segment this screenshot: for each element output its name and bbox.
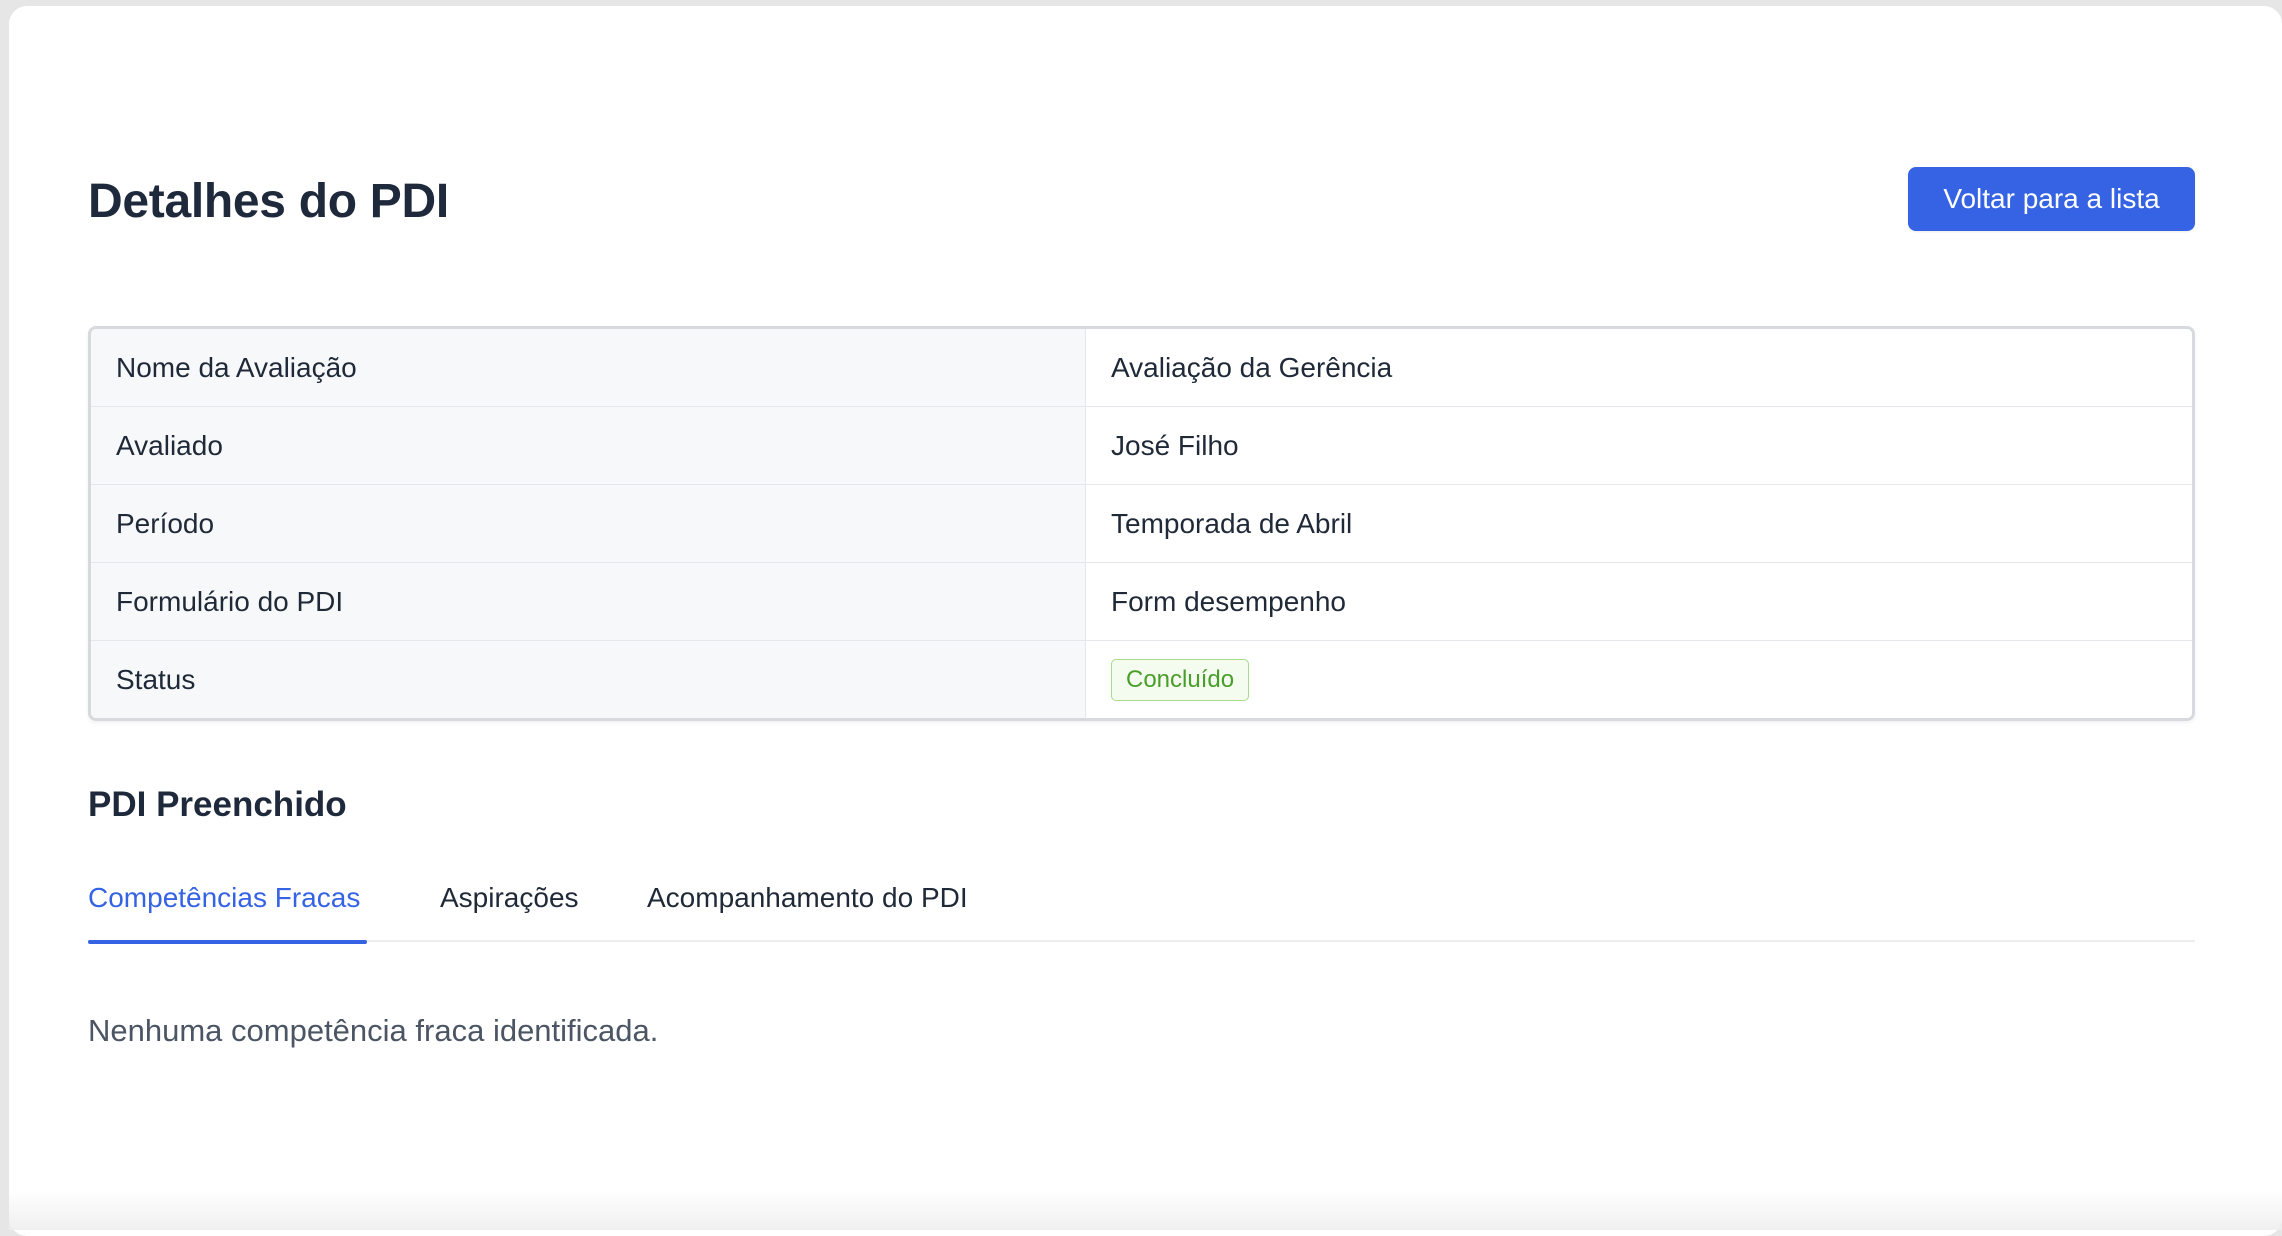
details-label: Status bbox=[91, 641, 1086, 718]
tab-label: Aspirações bbox=[440, 882, 579, 913]
details-value-status: Concluído bbox=[1086, 641, 2192, 718]
details-value: Temporada de Abril bbox=[1086, 485, 2192, 562]
details-table: Nome da Avaliação Avaliação da Gerência … bbox=[88, 326, 2195, 721]
status-badge: Concluído bbox=[1111, 658, 1250, 701]
bottom-shadow bbox=[9, 1190, 2282, 1230]
details-label: Avaliado bbox=[91, 407, 1086, 484]
page-card: Detalhes do PDI Voltar para a lista Nome… bbox=[9, 6, 2282, 1236]
details-value: José Filho bbox=[1086, 407, 2192, 484]
tab-label: Acompanhamento do PDI bbox=[647, 882, 968, 913]
details-row-period: Período Temporada de Abril bbox=[91, 485, 2192, 563]
details-row-evaluated: Avaliado José Filho bbox=[91, 407, 2192, 485]
back-to-list-button[interactable]: Voltar para a lista bbox=[1908, 167, 2195, 231]
tab-aspirations[interactable]: Aspirações bbox=[440, 866, 579, 942]
active-tab-indicator bbox=[88, 940, 367, 944]
details-row-form: Formulário do PDI Form desempenho bbox=[91, 563, 2192, 641]
details-label: Nome da Avaliação bbox=[91, 329, 1086, 406]
details-label: Período bbox=[91, 485, 1086, 562]
tab-weak-competencies[interactable]: Competências Fracas bbox=[88, 866, 367, 944]
details-row-evaluation-name: Nome da Avaliação Avaliação da Gerência bbox=[91, 329, 2192, 407]
details-label: Formulário do PDI bbox=[91, 563, 1086, 640]
details-value: Form desempenho bbox=[1086, 563, 2192, 640]
tab-label: Competências Fracas bbox=[88, 882, 361, 913]
pdi-tabs: Competências Fracas Aspirações Acompanha… bbox=[88, 866, 2195, 944]
empty-state-message: Nenhuma competência fraca identificada. bbox=[88, 1013, 659, 1048]
details-row-status: Status Concluído bbox=[91, 641, 2192, 718]
tab-pdi-follow-up[interactable]: Acompanhamento do PDI bbox=[647, 866, 968, 942]
section-title-pdi-filled: PDI Preenchido bbox=[88, 785, 347, 824]
page-title: Detalhes do PDI bbox=[88, 175, 449, 228]
details-value: Avaliação da Gerência bbox=[1086, 329, 2192, 406]
